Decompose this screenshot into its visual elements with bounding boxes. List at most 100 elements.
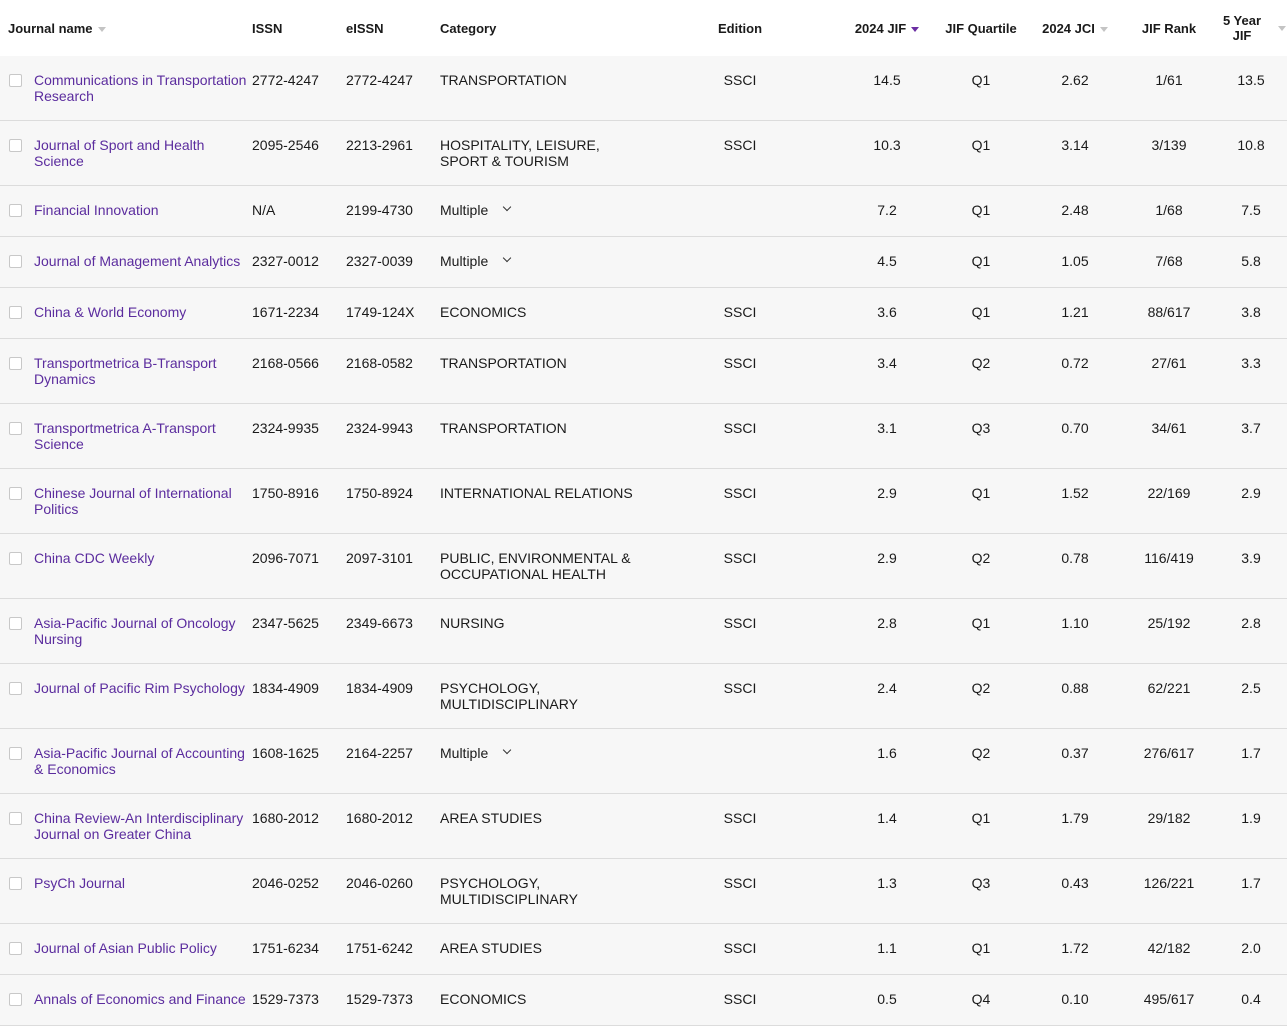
journal-name-link[interactable]: Asia-Pacific Journal of Accounting & Eco… [34,745,252,777]
jif-quartile-value: Q2 [971,745,991,761]
edition-value: SSCI [723,485,757,501]
jif-quartile-value: Q1 [971,485,991,501]
sort-caret-down-icon[interactable] [911,26,920,32]
journal-name-link[interactable]: Chinese Journal of International Politic… [34,485,252,517]
jif-value: 0.5 [877,991,897,1007]
journal-name-link[interactable]: China & World Economy [34,304,252,320]
sort-caret-down-icon[interactable] [1099,26,1108,32]
chevron-down-icon[interactable] [503,253,512,263]
chevron-down-icon[interactable] [503,745,512,755]
journal-name-link[interactable]: Asia-Pacific Journal of Oncology Nursing [34,615,252,647]
row-checkbox[interactable] [9,993,22,1006]
journal-name-link[interactable]: PsyCh Journal [34,875,252,891]
sort-caret-down-icon[interactable] [97,26,106,32]
column-header-eissn[interactable]: eISSN [346,0,436,56]
sort-caret-down-icon[interactable] [1278,26,1286,31]
five-year-jif-value: 3.9 [1241,550,1261,566]
issn-value: 1834-4909 [252,680,319,696]
issn-value: 2168-0566 [252,355,319,371]
row-checkbox[interactable] [9,942,22,955]
table-row: Transportmetrica A-Transport Science 2324… [0,404,1287,469]
eissn-value: 1680-2012 [346,810,413,826]
category-value: Multiple [440,745,489,761]
eissn-value: 1834-4909 [346,680,413,696]
five-year-jif-value: 3.7 [1241,420,1261,436]
column-header-jif-quartile[interactable]: JIF Quartile [936,0,1026,56]
journal-name-link[interactable]: Transportmetrica A-Transport Science [34,420,252,452]
category-value: TRANSPORTATION [440,420,567,436]
table-row: China CDC Weekly 2096-7071 2097-3101 PUBLIC… [0,534,1287,599]
row-checkbox[interactable] [9,204,22,217]
journal-name-link[interactable]: Transportmetrica B-Transport Dynamics [34,355,252,387]
jif-quartile-value: Q1 [971,940,991,956]
journal-name-link[interactable]: China CDC Weekly [34,550,252,566]
row-checkbox[interactable] [9,682,22,695]
jif-rank-value: 276/617 [1143,745,1195,761]
jif-rank-value: 495/617 [1143,991,1195,1007]
column-header-jif[interactable]: 2024 JIF [842,0,932,56]
category-multiple-toggle[interactable]: Multiple [440,745,650,761]
column-header-edition[interactable]: Edition [700,0,780,56]
jci-value: 0.10 [1061,991,1089,1007]
category-multiple-toggle[interactable]: Multiple [440,202,650,218]
jci-value: 0.70 [1061,420,1089,436]
column-header-jif-rank[interactable]: JIF Rank [1124,0,1214,56]
column-header-label: JIF Quartile [945,20,1017,36]
row-checkbox[interactable] [9,255,22,268]
column-header-category[interactable]: Category [440,0,640,56]
five-year-jif-value: 1.9 [1241,810,1261,826]
row-checkbox[interactable] [9,306,22,319]
category-multiple-toggle[interactable]: Multiple [440,253,650,269]
column-header-label: 2024 JIF [854,20,907,36]
row-checkbox[interactable] [9,487,22,500]
journal-name-link[interactable]: Journal of Sport and Health Science [34,137,252,169]
column-header-jci[interactable]: 2024 JCI [1030,0,1120,56]
category-value: PSYCHOLOGY, MULTIDISCIPLINARY [440,875,578,907]
journal-name-link[interactable]: China Review-An Interdisciplinary Journa… [34,810,252,842]
issn-value: 1608-1625 [252,745,319,761]
jif-value: 1.3 [877,875,897,891]
eissn-value: 1751-6242 [346,940,413,956]
row-checkbox[interactable] [9,552,22,565]
row-checkbox[interactable] [9,422,22,435]
jif-value: 1.1 [877,940,897,956]
eissn-value: 2349-6673 [346,615,413,631]
journal-name-link[interactable]: Journal of Pacific Rim Psychology [34,680,252,696]
journal-name-link[interactable]: Journal of Management Analytics [34,253,252,269]
journal-name-link[interactable]: Annals of Economics and Finance [34,991,252,1007]
eissn-value: 2164-2257 [346,745,413,761]
column-header-five-year-jif[interactable]: 5 Year JIF [1216,0,1268,56]
row-checkbox[interactable] [9,617,22,630]
jif-value: 2.8 [877,615,897,631]
edition-value: SSCI [723,137,757,153]
eissn-value: 2213-2961 [346,137,413,153]
row-checkbox[interactable] [9,812,22,825]
jif-rank-value: 25/192 [1147,615,1191,631]
jif-value: 10.3 [873,137,901,153]
column-header-issn[interactable]: ISSN [252,0,342,56]
jif-value: 4.5 [877,253,897,269]
column-header-journal-name[interactable]: Journal name [8,0,248,56]
five-year-jif-value: 2.8 [1241,615,1261,631]
issn-value: 2046-0252 [252,875,319,891]
journal-name-link[interactable]: Communications in Transportation Researc… [34,72,252,104]
edition-value: SSCI [723,615,757,631]
jci-value: 1.52 [1061,485,1089,501]
journal-name-link[interactable]: Journal of Asian Public Policy [34,940,252,956]
column-header-label: JIF Rank [1141,20,1197,36]
jci-value: 2.48 [1061,202,1089,218]
row-checkbox[interactable] [9,139,22,152]
category-value: AREA STUDIES [440,810,542,826]
row-checkbox[interactable] [9,74,22,87]
edition-value: SSCI [723,810,757,826]
chevron-down-icon[interactable] [503,202,512,212]
jif-quartile-value: Q1 [971,137,991,153]
five-year-jif-value: 3.3 [1241,355,1261,371]
row-checkbox[interactable] [9,877,22,890]
row-checkbox[interactable] [9,747,22,760]
jif-rank-value: 27/61 [1151,355,1187,371]
row-checkbox[interactable] [9,357,22,370]
journal-name-link[interactable]: Financial Innovation [34,202,252,218]
eissn-value: 1750-8924 [346,485,413,501]
edition-value: SSCI [723,991,757,1007]
